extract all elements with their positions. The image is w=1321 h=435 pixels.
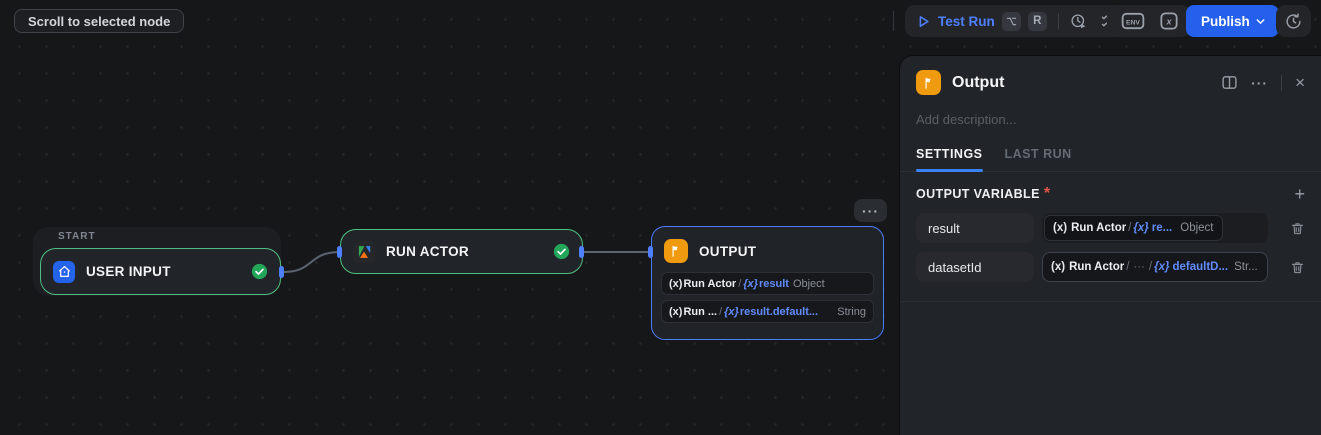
- variable-type: String: [837, 305, 866, 318]
- node-ref-icon: (x): [669, 305, 683, 318]
- node-title: RUN ACTOR: [386, 244, 469, 259]
- variable-name: re...: [1151, 222, 1173, 234]
- flag-icon: [664, 239, 688, 263]
- flag-icon: [916, 70, 941, 95]
- scheduled-run-icon[interactable]: [1070, 13, 1087, 30]
- variable-value-selector[interactable]: (x) Run Actor / {x} re... Object: [1042, 213, 1268, 243]
- toolbar-divider: [1057, 13, 1059, 29]
- node-more-options-button[interactable]: ···: [854, 199, 887, 222]
- panel-title: Output: [952, 73, 1005, 91]
- output-port[interactable]: [579, 246, 584, 258]
- panel-section-divider: [900, 301, 1321, 302]
- test-run-button[interactable]: Test Run: [938, 14, 995, 29]
- variable-type: Str...: [1234, 261, 1258, 273]
- publish-label: Publish: [1201, 13, 1250, 29]
- node-ref-icon: (x): [669, 277, 683, 290]
- path-separator: /: [738, 277, 742, 290]
- history-icon: [1285, 12, 1302, 30]
- output-variable-section-label: OUTPUT VARIABLE: [916, 187, 1040, 201]
- variable-row: datasetId (x) Run Actor / ··· / {x} defa…: [900, 252, 1321, 282]
- chevron-down-icon: [1256, 18, 1265, 24]
- source-node-label: Run ...: [683, 305, 718, 318]
- input-port[interactable]: [648, 246, 653, 258]
- path-separator: /: [719, 305, 723, 318]
- variables-panel-icon[interactable]: x: [1160, 12, 1178, 30]
- node-title: OUTPUT: [699, 243, 757, 259]
- run-actor-node[interactable]: RUN ACTOR: [340, 229, 583, 274]
- r-key-badge: R: [1027, 11, 1047, 31]
- user-input-node[interactable]: USER INPUT: [40, 248, 281, 295]
- delete-variable-button[interactable]: [1290, 221, 1305, 236]
- node-inspector-panel: Output ··· × Add description... SETTINGS…: [899, 55, 1321, 435]
- split-view-icon[interactable]: [1221, 74, 1238, 91]
- delete-variable-button[interactable]: [1290, 260, 1305, 275]
- version-history-button[interactable]: [1276, 5, 1311, 37]
- output-port[interactable]: [279, 266, 284, 278]
- panel-tabs: SETTINGS LAST RUN: [900, 127, 1321, 172]
- variable-icon: {x}: [1133, 222, 1149, 234]
- toolbar-divider: [893, 11, 894, 31]
- variable-icon: {x}: [1154, 261, 1170, 273]
- variable-value-selector[interactable]: (x) Run Actor / ··· / {x} defaultD... St…: [1042, 252, 1268, 282]
- output-node[interactable]: OUTPUT (x) Run Actor / {x} result Object…: [651, 226, 884, 340]
- play-icon[interactable]: [916, 14, 931, 29]
- path-separator: /: [1126, 261, 1130, 273]
- env-toolbar-group: ENV x: [1108, 5, 1191, 37]
- node-ref-icon: (x): [1053, 222, 1068, 234]
- required-mark: *: [1043, 185, 1051, 202]
- publish-button[interactable]: Publish: [1186, 5, 1279, 37]
- source-node-label: Run Actor: [683, 277, 737, 290]
- tab-last-run[interactable]: LAST RUN: [1005, 147, 1072, 171]
- run-toolbar-group: Test Run R: [905, 5, 1128, 37]
- close-icon[interactable]: ×: [1295, 74, 1305, 91]
- variable-name: result: [758, 277, 789, 290]
- node-title: USER INPUT: [86, 264, 171, 279]
- output-variable-chip[interactable]: (x) Run ... / {x} result.default... Stri…: [661, 300, 874, 323]
- node-ref-icon: (x): [1051, 261, 1066, 273]
- variable-reference-chip: (x) Run Actor / {x} re... Object: [1044, 215, 1223, 241]
- path-separator: /: [1148, 261, 1153, 273]
- variable-row: result (x) Run Actor / {x} re... Object: [900, 213, 1321, 243]
- description-input[interactable]: Add description...: [900, 95, 1321, 127]
- panel-more-options-button[interactable]: ···: [1251, 75, 1268, 91]
- source-node-label: Run Actor: [1069, 261, 1125, 273]
- scroll-to-selected-node-button[interactable]: Scroll to selected node: [14, 9, 185, 33]
- panel-header-divider: [1281, 74, 1283, 91]
- source-node-label: Run Actor: [1071, 222, 1127, 234]
- variable-name-input[interactable]: result: [916, 213, 1034, 243]
- input-port[interactable]: [337, 246, 342, 258]
- variable-name: defaultD...: [1172, 261, 1229, 273]
- actor-logo-icon: [353, 240, 375, 263]
- path-separator: /: [1128, 222, 1132, 234]
- variable-icon: {x}: [743, 277, 758, 290]
- output-variable-chip[interactable]: (x) Run Actor / {x} result Object: [661, 272, 874, 295]
- start-group-label: START: [58, 231, 96, 242]
- variable-type: Object: [792, 277, 825, 290]
- variable-name: result.default...: [739, 305, 819, 318]
- environment-variables-icon[interactable]: ENV: [1121, 12, 1145, 30]
- variable-icon: {x}: [724, 305, 739, 318]
- collapsed-path-ellipsis: ···: [1133, 261, 1145, 273]
- svg-text:ENV: ENV: [1126, 19, 1140, 26]
- option-key-icon: [1001, 11, 1021, 31]
- add-variable-button[interactable]: +: [1294, 185, 1305, 203]
- variable-type: Object: [1180, 222, 1214, 234]
- variable-name-input[interactable]: datasetId: [916, 252, 1034, 282]
- home-icon: [53, 260, 75, 283]
- tab-settings[interactable]: SETTINGS: [916, 147, 983, 172]
- svg-text:x: x: [1165, 17, 1172, 27]
- success-check-icon: [553, 243, 570, 260]
- success-check-icon: [251, 263, 268, 280]
